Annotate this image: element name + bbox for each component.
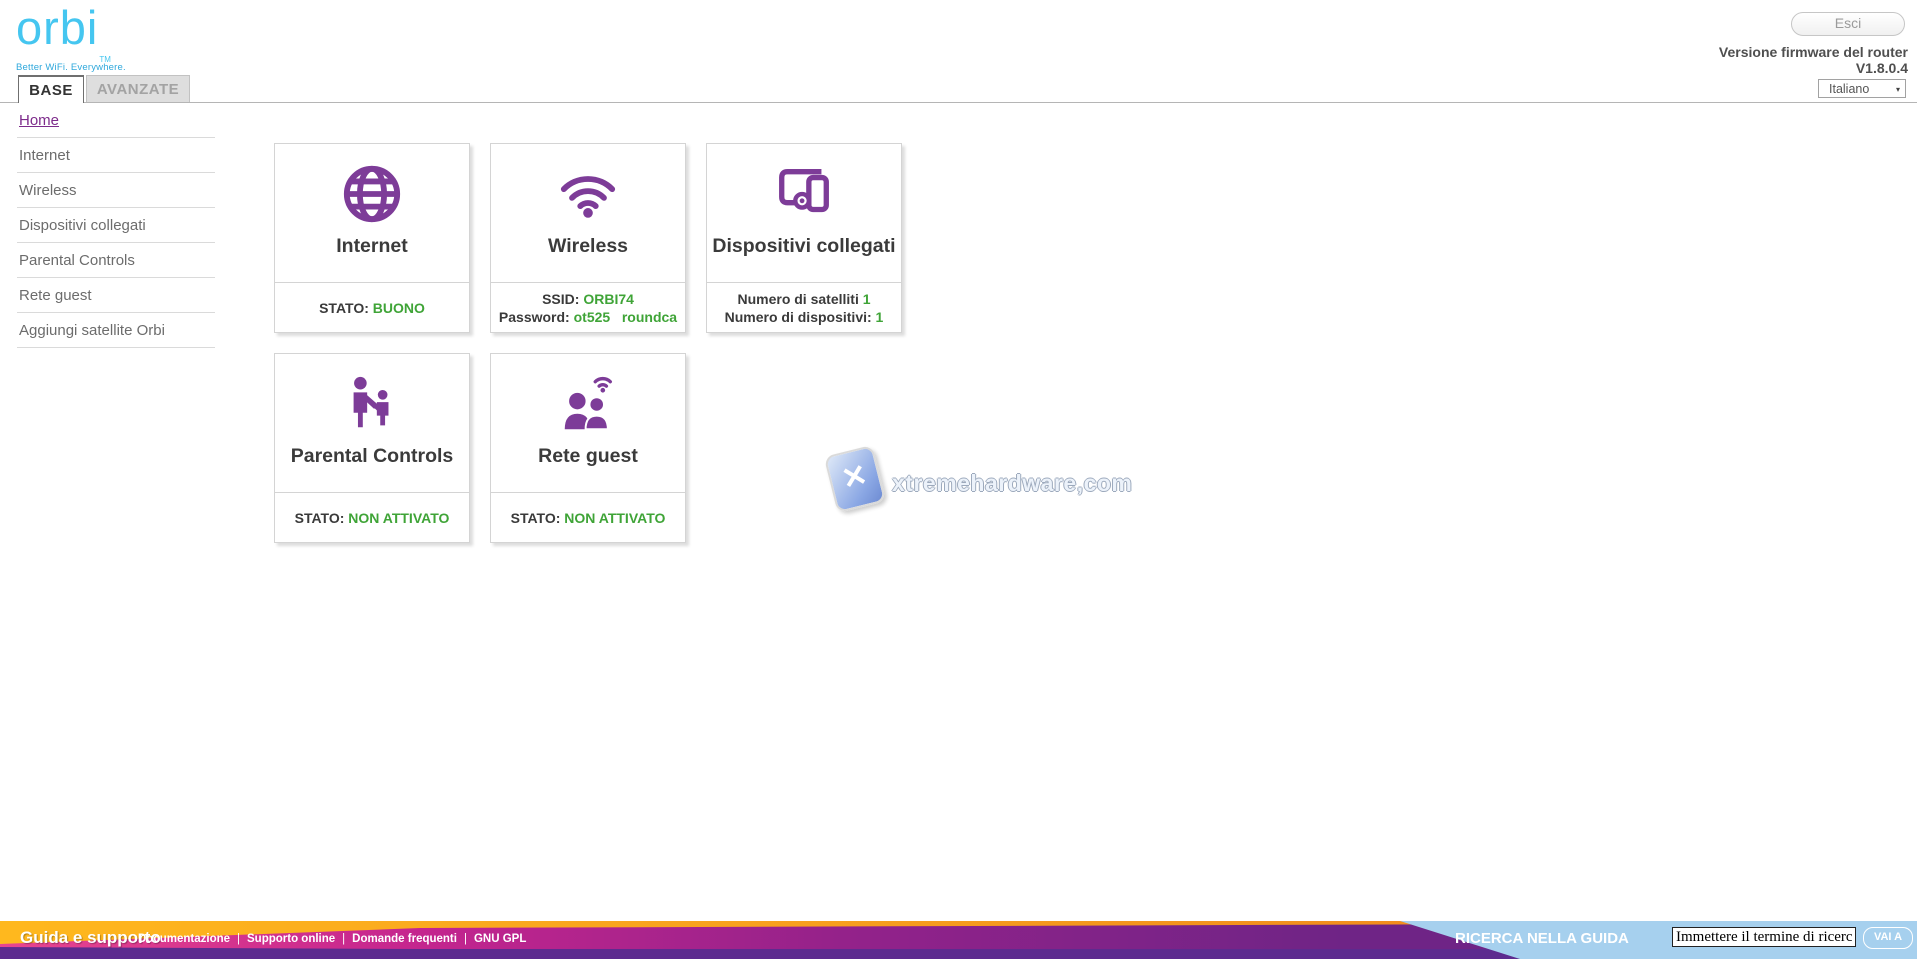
link-supporto-online[interactable]: Supporto online xyxy=(247,933,335,945)
link-domande-frequenti[interactable]: Domande frequenti xyxy=(352,933,457,945)
watermark-text: xtremehardware,com xyxy=(892,470,1132,497)
link-gnu-gpl[interactable]: GNU GPL xyxy=(474,933,526,945)
ssid-label: SSID: xyxy=(542,291,583,307)
orbi-admin-page: orbiTM Better WiFi. Everywhere. Esci Ver… xyxy=(0,0,1917,959)
link-documentazione[interactable]: Documentazione xyxy=(138,933,230,945)
guide-search-label: RICERCA NELLA GUIDA xyxy=(1455,930,1629,947)
devices-icon xyxy=(773,163,835,225)
card-status: SSID: ORBI74 Password: ot525 roundca xyxy=(491,282,685,333)
status-label: STATO: xyxy=(511,510,565,526)
status-value: NON ATTIVATO xyxy=(564,510,665,526)
status-label: STATO: xyxy=(319,300,373,316)
card-wireless[interactable]: Wireless SSID: ORBI74 Password: ot525 ro… xyxy=(490,143,686,333)
go-button[interactable]: VAI A xyxy=(1863,927,1913,949)
devices-label: Numero di dispositivi: xyxy=(725,309,876,325)
satellites-label: Numero di satelliti xyxy=(737,291,862,307)
sidebar-item-home[interactable]: Home xyxy=(17,103,215,138)
firmware-info: Versione firmware del router V1.8.0.4 xyxy=(1719,44,1908,76)
orbi-logo: orbiTM Better WiFi. Everywhere. xyxy=(16,2,126,73)
status-value: BUONO xyxy=(373,300,425,316)
sidebar-item-parental-controls[interactable]: Parental Controls xyxy=(17,243,215,278)
footer-links: Documentazione | Supporto online | Domande f… xyxy=(138,933,526,945)
wifi-icon xyxy=(557,163,619,225)
guide-search-input[interactable] xyxy=(1672,927,1856,947)
tab-avanzate[interactable]: AVANZATE xyxy=(86,75,190,102)
firmware-label: Versione firmware del router xyxy=(1719,44,1908,60)
orbi-logo-text: orbi xyxy=(16,1,98,54)
card-title: Dispositivi collegati xyxy=(712,235,895,258)
sidebar-item-rete-guest[interactable]: Rete guest xyxy=(17,278,215,313)
password-label: Password: xyxy=(499,309,574,325)
devices-count: 1 xyxy=(876,309,884,325)
link-separator: | xyxy=(464,933,467,945)
tab-base[interactable]: BASE xyxy=(18,75,84,103)
sidebar-item-dispositivi-collegati[interactable]: Dispositivi collegati xyxy=(17,208,215,243)
card-status: STATO: NON ATTIVATO xyxy=(491,492,685,543)
watermark-x-badge: ✕ xyxy=(824,445,887,513)
card-title: Rete guest xyxy=(538,445,638,468)
parental-icon xyxy=(341,373,403,435)
guest-network-icon xyxy=(557,373,619,435)
card-internet[interactable]: Internet STATO: BUONO xyxy=(274,143,470,333)
card-parental-controls[interactable]: Parental Controls STATO: NON ATTIVATO xyxy=(274,353,470,543)
sidebar-item-aggiungi-satellite-orbi[interactable]: Aggiungi satellite Orbi xyxy=(17,313,215,348)
status-label: STATO: xyxy=(295,510,349,526)
firmware-version: V1.8.0.4 xyxy=(1719,60,1908,76)
sidebar-item-wireless[interactable]: Wireless xyxy=(17,173,215,208)
satellites-count: 1 xyxy=(863,291,871,307)
globe-icon xyxy=(341,163,403,225)
link-separator: | xyxy=(237,933,240,945)
status-value: NON ATTIVATO xyxy=(348,510,449,526)
link-separator: | xyxy=(342,933,345,945)
sidebar-nav: Home Internet Wireless Dispositivi colle… xyxy=(17,103,215,348)
xtremehardware-watermark: ✕ xtremehardware,com xyxy=(828,448,1088,516)
card-rete-guest[interactable]: Rete guest STATO: NON ATTIVATO xyxy=(490,353,686,543)
ssid-value: ORBI74 xyxy=(583,291,634,307)
brand-tagline: Better WiFi. Everywhere. xyxy=(16,62,126,73)
card-status: STATO: NON ATTIVATO xyxy=(275,492,469,543)
card-dispositivi-collegati[interactable]: Dispositivi collegati Numero di satellit… xyxy=(706,143,902,333)
password-value: ot525 roundca xyxy=(574,309,677,325)
sidebar-item-internet[interactable]: Internet xyxy=(17,138,215,173)
footer-bar: Guida e supporto Documentazione|Supporto… xyxy=(0,921,1917,959)
card-title: Internet xyxy=(336,235,408,258)
card-title: Parental Controls xyxy=(291,445,454,468)
card-status: Numero di satelliti 1 Numero di disposit… xyxy=(707,282,901,333)
logout-button[interactable]: Esci xyxy=(1791,12,1905,36)
card-status: STATO: BUONO xyxy=(275,282,469,333)
card-title: Wireless xyxy=(548,235,628,258)
tab-bar: BASE AVANZATE xyxy=(0,75,1917,103)
